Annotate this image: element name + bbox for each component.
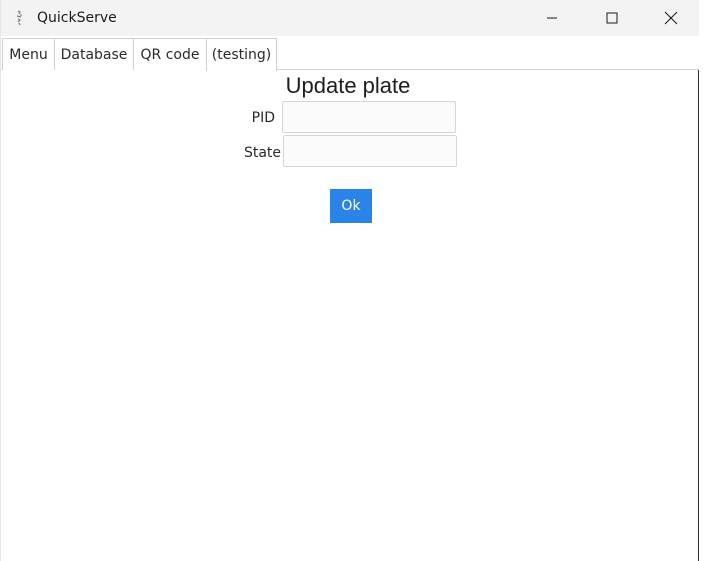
maximize-icon	[606, 12, 618, 24]
update-plate-form: Update plate PID State Ok	[1, 70, 699, 561]
minimize-icon	[547, 17, 557, 19]
state-label: State	[243, 145, 281, 161]
tab-qr-code[interactable]: QR code	[133, 38, 207, 70]
close-button[interactable]	[648, 0, 694, 36]
app-window: QuickServe Menu Database QR code (testin…	[0, 0, 699, 561]
tab-database[interactable]: Database	[54, 38, 134, 70]
state-input[interactable]	[283, 135, 457, 167]
tab-menu[interactable]: Menu	[2, 38, 55, 70]
maximize-button[interactable]	[589, 0, 635, 36]
ok-button[interactable]: Ok	[330, 189, 372, 223]
app-logo-icon	[12, 9, 26, 27]
close-icon	[664, 11, 678, 25]
window-title: QuickServe	[37, 10, 117, 26]
pid-label: PID	[251, 110, 275, 126]
pid-input[interactable]	[282, 101, 456, 133]
form-heading: Update plate	[285, 73, 411, 98]
minimize-button[interactable]	[529, 0, 575, 36]
tab-testing[interactable]: (testing)	[206, 38, 277, 71]
title-bar[interactable]: QuickServe	[1, 0, 699, 36]
tab-bar: Menu Database QR code (testing)	[1, 36, 699, 71]
